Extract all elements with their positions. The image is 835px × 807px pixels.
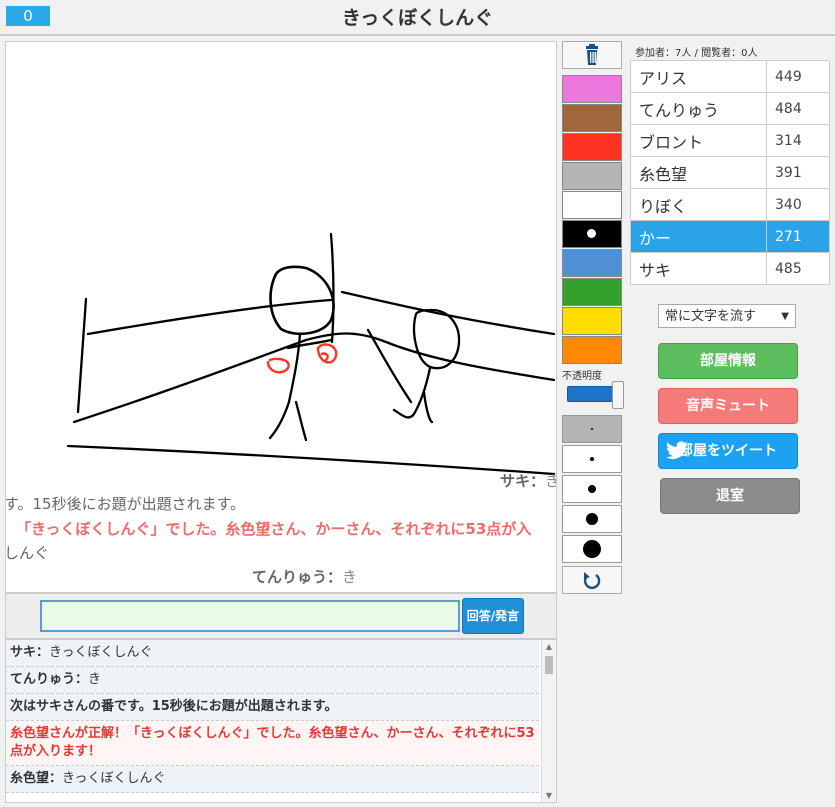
color-swatch[interactable] xyxy=(562,133,622,161)
chat-speaker: てんりゅう： xyxy=(10,672,89,687)
brush-size-dot xyxy=(588,485,596,493)
drawing-canvas[interactable]: サキ：き す。15秒後にお題が出題されます。 「きっくぼくしんぐ」でした。糸色望… xyxy=(5,41,557,593)
player-score: 449 xyxy=(766,60,830,93)
trash-icon xyxy=(586,44,598,65)
scroll-up-icon[interactable]: ▲ xyxy=(544,642,554,651)
flow-text: き xyxy=(545,472,556,490)
chat-text: 次はサキさんの番です。15秒後にお題が出題されます。 xyxy=(10,699,338,714)
leave-room-button[interactable]: 退室 xyxy=(660,478,800,514)
player-name: かー xyxy=(630,220,767,253)
flow-speaker: てんりゅう： xyxy=(252,568,343,586)
player-name: りぼく xyxy=(630,188,767,221)
player-score: 340 xyxy=(766,188,830,221)
tweet-room-button[interactable]: 部屋をツイート xyxy=(658,433,798,469)
participant-counts: 参加者：7人 / 閲覧者：0人 xyxy=(635,48,758,59)
player-row-drawing: かー 271 xyxy=(630,220,830,253)
brush-size-3[interactable] xyxy=(562,475,622,503)
opacity-slider[interactable] xyxy=(567,381,624,409)
player-score: 485 xyxy=(766,252,830,285)
opacity-slider-handle[interactable] xyxy=(612,381,624,409)
chevron-down-icon: ▼ xyxy=(781,311,789,322)
clear-canvas-button[interactable] xyxy=(562,41,622,69)
flow-message-2: す。15秒後にお題が出題されます。 xyxy=(5,495,246,513)
side-panel: 参加者：7人 / 閲覧者：0人 アリス 449 てんりゅう 484 ブロント 314 … xyxy=(630,41,830,514)
chat-log-row: 次はサキさんの番です。15秒後にお題が出題されます。 xyxy=(6,694,539,721)
brush-size-dot xyxy=(590,457,594,461)
chat-log[interactable]: サキ：きっくぼくしんぐ てんりゅう：き 次はサキさんの番です。15秒後にお題が出… xyxy=(5,639,557,803)
tweet-room-label: 部屋をツイート xyxy=(679,443,777,459)
brush-size-4[interactable] xyxy=(562,505,622,533)
player-score: 271 xyxy=(766,220,830,253)
chat-log-row: サキ：きっくぼくしんぐ xyxy=(6,640,539,667)
color-swatch[interactable] xyxy=(562,220,622,248)
text-flow-select[interactable]: 常に文字を流す ▼ xyxy=(658,304,796,328)
answer-bar: 回答/発言 xyxy=(5,593,557,639)
mute-audio-button[interactable]: 音声ミュート xyxy=(658,388,798,424)
player-list: アリス 449 てんりゅう 484 ブロント 314 糸色望 391 りぼく 340 かー… xyxy=(630,60,830,285)
chat-log-row-correct: 糸色望さんが正解！「きっくぼくしんぐ」でした。糸色望さん、かーさん、それぞれに5… xyxy=(6,721,539,766)
color-swatch[interactable] xyxy=(562,191,622,219)
brush-size-2[interactable] xyxy=(562,445,622,473)
player-row: 糸色望 391 xyxy=(630,156,830,189)
selected-color-indicator xyxy=(587,229,596,238)
flow-message-1: サキ：き xyxy=(500,470,556,491)
flow-speaker: サキ： xyxy=(500,472,546,490)
player-name: ブロント xyxy=(630,124,767,157)
brush-size-dot xyxy=(583,540,601,558)
scroll-thumb[interactable] xyxy=(545,656,553,674)
color-swatch[interactable] xyxy=(562,249,622,277)
brush-size-dot xyxy=(586,513,598,525)
player-score: 391 xyxy=(766,156,830,189)
brush-size-1[interactable] xyxy=(562,415,622,443)
chat-log-row: てんりゅう：き xyxy=(6,667,539,694)
color-swatch[interactable] xyxy=(562,104,622,132)
submit-answer-button[interactable]: 回答/発言 xyxy=(462,598,524,634)
player-score: 484 xyxy=(766,92,830,125)
player-name: 糸色望 xyxy=(630,156,767,189)
answer-input[interactable] xyxy=(40,600,460,632)
player-row: ブロント 314 xyxy=(630,124,830,157)
page-title: きっくぼくしんぐ xyxy=(341,7,494,29)
player-name: アリス xyxy=(630,60,767,93)
twitter-bird-icon xyxy=(665,441,688,460)
player-row: サキ 485 xyxy=(630,252,830,285)
chat-text: きっくぼくしんぐ xyxy=(49,645,153,660)
chat-text: き xyxy=(88,672,102,687)
chat-speaker: 糸色望： xyxy=(10,771,63,786)
player-row: てんりゅう 484 xyxy=(630,92,830,125)
player-name: てんりゅう xyxy=(630,92,767,125)
color-swatch[interactable] xyxy=(562,75,622,103)
player-row: りぼく 340 xyxy=(630,188,830,221)
opacity-label: 不透明度 xyxy=(562,371,602,382)
scroll-down-icon[interactable]: ▼ xyxy=(544,791,554,800)
color-swatch[interactable] xyxy=(562,162,622,190)
chat-text: 糸色望さんが正解！「きっくぼくしんぐ」でした。糸色望さん、かーさん、それぞれに5… xyxy=(10,726,535,759)
player-name: サキ xyxy=(630,252,767,285)
flow-message-5: てんりゅう：き xyxy=(252,566,357,587)
flow-message-3: 「きっくぼくしんぐ」でした。糸色望さん、かーさん、それぞれに53点が入 xyxy=(16,520,532,538)
chat-speaker: サキ： xyxy=(10,645,50,660)
undo-icon xyxy=(583,572,601,589)
brush-size-dot xyxy=(591,428,593,430)
color-swatch[interactable] xyxy=(562,278,622,306)
player-row: アリス 449 xyxy=(630,60,830,93)
room-info-button[interactable]: 部屋情報 xyxy=(658,343,798,379)
chat-log-list: サキ：きっくぼくしんぐ てんりゅう：き 次はサキさんの番です。15秒後にお題が出… xyxy=(6,640,539,793)
flow-text: き xyxy=(342,568,358,586)
brush-size-5[interactable] xyxy=(562,535,622,563)
chat-log-row: 糸色望：きっくぼくしんぐ xyxy=(6,766,539,793)
chat-scrollbar[interactable]: ▲ ▼ xyxy=(541,640,556,802)
undo-button[interactable] xyxy=(562,566,622,594)
top-bar: 0 きっくぼくしんぐ xyxy=(0,0,835,36)
color-swatch[interactable] xyxy=(562,307,622,335)
chat-text: きっくぼくしんぐ xyxy=(62,771,166,786)
color-swatch[interactable] xyxy=(562,336,622,364)
player-score: 314 xyxy=(766,124,830,157)
text-flow-select-value: 常に文字を流す xyxy=(665,309,757,324)
flow-message-4: しんぐ xyxy=(5,544,50,562)
